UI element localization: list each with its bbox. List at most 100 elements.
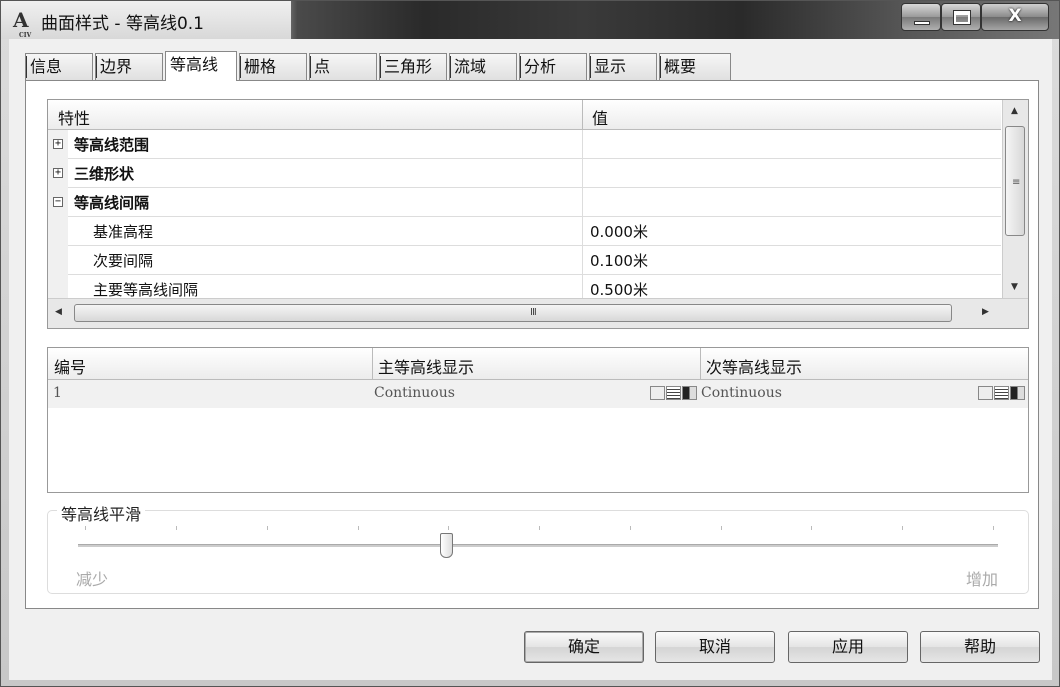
property-row[interactable]: 次要间隔 0.100米 [48, 246, 1001, 275]
contour-display-list: 编号 主等高线显示 次等高线显示 1 Continuous Continuous [47, 347, 1029, 493]
property-row[interactable]: 主要等高线间隔 0.500米 [48, 275, 1001, 304]
tab-summary[interactable]: 概要 [659, 53, 731, 80]
expand-icon[interactable]: + [53, 139, 63, 149]
title-area: A CIV 曲面样式 - 等高线0.1 [1, 1, 291, 39]
grip-icon: ≡ [1012, 177, 1021, 188]
maximize-icon [953, 10, 971, 25]
header-number[interactable]: 编号 [54, 354, 86, 378]
contour-smoothing-group: 等高线平滑 减少 增加 [47, 501, 1029, 594]
property-name: 次要间隔 [93, 252, 154, 270]
help-button[interactable]: 帮助 [920, 631, 1040, 663]
grip-icon: III [530, 307, 537, 318]
tick-mark [267, 526, 268, 530]
tab-panel-contours: 特性 值 + 等高线范围 + 三维形状 − 等高线间隔 基准高程 0.000米 … [25, 80, 1039, 609]
property-row[interactable]: + 等高线范围 [48, 130, 1001, 159]
smoothing-slider-thumb[interactable] [439, 533, 453, 558]
tick-mark [539, 526, 540, 530]
close-button[interactable]: X [981, 3, 1049, 31]
maximize-button[interactable] [941, 3, 981, 31]
tab-contours[interactable]: 等高线 [165, 51, 237, 81]
row-divider [582, 246, 583, 275]
property-name: 等高线间隔 [74, 194, 150, 212]
title-bar[interactable]: A CIV 曲面样式 - 等高线0.1 X [1, 1, 1059, 39]
row-divider [582, 130, 583, 159]
row-gutter [48, 246, 68, 275]
contour-list-header: 编号 主等高线显示 次等高线显示 [48, 348, 1028, 380]
ok-button[interactable]: 确定 [524, 631, 644, 663]
minor-linetype-picker[interactable] [978, 386, 1026, 400]
autocad-app-icon: A CIV [13, 8, 32, 39]
smoothing-legend: 等高线平滑 [57, 501, 146, 525]
vertical-scroll-thumb[interactable]: ≡ [1005, 126, 1025, 236]
tab-boundary[interactable]: 边界 [95, 53, 163, 80]
horizontal-scroll-thumb[interactable]: III [74, 304, 952, 322]
tick-mark [811, 526, 812, 530]
column-divider[interactable] [700, 348, 701, 380]
slider-min-label: 减少 [76, 570, 109, 589]
property-grid-header: 特性 值 [48, 100, 1001, 130]
cancel-button[interactable]: 取消 [655, 631, 775, 663]
dialog-window: A CIV 曲面样式 - 等高线0.1 X 信息 边界 等高线 栅格 点 三角形 … [0, 0, 1060, 687]
vertical-scrollbar[interactable]: ▲ ≡ ▼ [1002, 100, 1028, 298]
tick-mark [993, 526, 994, 530]
property-name: 基准高程 [93, 223, 154, 241]
row-divider [582, 159, 583, 188]
scroll-right-icon[interactable]: ▶ [982, 307, 989, 317]
smoothing-slider-track[interactable] [78, 544, 998, 547]
lineweight-icon [994, 386, 1009, 400]
tab-analysis[interactable]: 分析 [519, 53, 587, 80]
tab-display[interactable]: 显示 [589, 53, 657, 80]
color-swatch-icon [1010, 386, 1025, 400]
tab-triangles[interactable]: 三角形 [379, 53, 447, 80]
row-divider [582, 217, 583, 246]
apply-button[interactable]: 应用 [788, 631, 908, 663]
property-value[interactable]: 0.500米 [590, 279, 648, 300]
tick-mark [448, 526, 449, 530]
scroll-left-icon[interactable]: ◀ [55, 307, 62, 317]
property-row[interactable]: + 三维形状 [48, 159, 1001, 188]
minimize-icon [914, 21, 930, 25]
property-value[interactable]: 0.000米 [590, 221, 648, 242]
property-value[interactable]: 0.100米 [590, 250, 648, 271]
cell-minor-linetype[interactable]: Continuous [701, 385, 782, 401]
scroll-up-icon[interactable]: ▲ [1011, 106, 1018, 116]
expand-icon[interactable]: + [53, 168, 63, 178]
tab-grid[interactable]: 栅格 [239, 53, 307, 80]
cell-major-linetype[interactable]: Continuous [374, 385, 455, 401]
tab-watersheds[interactable]: 流域 [449, 53, 517, 80]
color-swatch-icon [682, 386, 697, 400]
property-row[interactable]: 基准高程 0.000米 [48, 217, 1001, 246]
tick-mark [85, 526, 86, 530]
tick-mark [630, 526, 631, 530]
collapse-icon[interactable]: − [53, 197, 63, 207]
linetype-icon [978, 386, 993, 400]
column-divider[interactable] [582, 100, 583, 130]
linetype-icon [650, 386, 665, 400]
header-value[interactable]: 值 [592, 105, 608, 129]
horizontal-scrollbar[interactable]: ◀ III ▶ [48, 298, 1028, 328]
window-title: 曲面样式 - 等高线0.1 [41, 14, 204, 34]
cell-number: 1 [53, 385, 62, 401]
row-gutter [48, 217, 68, 246]
property-name: 等高线范围 [74, 136, 150, 154]
tick-mark [358, 526, 359, 530]
property-grid: 特性 值 + 等高线范围 + 三维形状 − 等高线间隔 基准高程 0.000米 … [47, 99, 1029, 329]
tab-info[interactable]: 信息 [25, 53, 93, 80]
header-minor-display[interactable]: 次等高线显示 [706, 354, 802, 378]
close-icon: X [1008, 6, 1022, 26]
property-row[interactable]: − 等高线间隔 [48, 188, 1001, 217]
header-property[interactable]: 特性 [58, 105, 90, 129]
header-major-display[interactable]: 主等高线显示 [378, 354, 474, 378]
tick-mark [721, 526, 722, 530]
major-linetype-picker[interactable] [650, 386, 698, 400]
property-name: 主要等高线间隔 [93, 281, 199, 299]
table-row[interactable]: 1 Continuous Continuous [48, 380, 1028, 408]
row-divider [582, 188, 583, 217]
tick-mark [902, 526, 903, 530]
column-divider[interactable] [372, 348, 373, 380]
scroll-down-icon[interactable]: ▼ [1011, 282, 1018, 292]
minimize-button[interactable] [901, 3, 941, 31]
lineweight-icon [666, 386, 681, 400]
tick-mark [176, 526, 177, 530]
tab-points[interactable]: 点 [309, 53, 377, 80]
